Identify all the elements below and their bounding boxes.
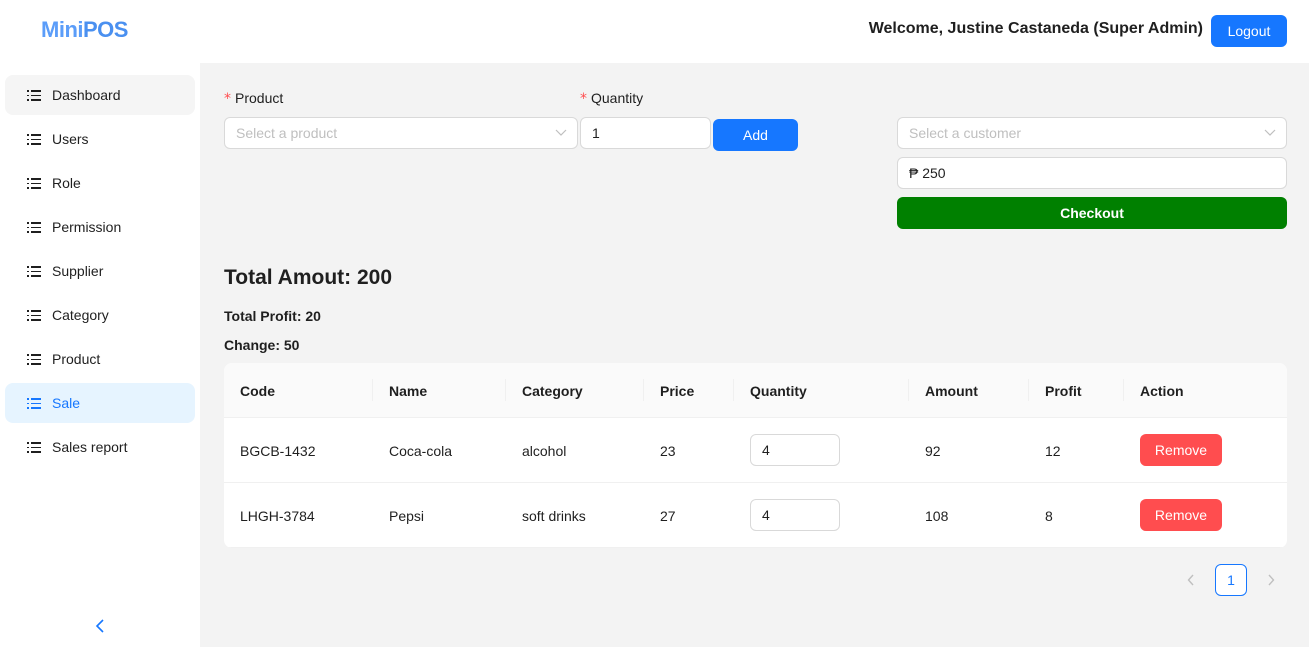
quantity-label: * Quantity [580,90,644,107]
sidebar-item-label: Supplier [52,263,104,279]
sidebar-item-label: Users [52,131,89,147]
cell-category: soft drinks [522,507,586,524]
column-header-price: Price [660,382,695,399]
list-icon [27,177,41,189]
list-icon [27,353,41,365]
list-icon [27,309,41,321]
total-profit: Total Profit: 20 [224,308,321,324]
row-quantity-input[interactable]: 4 [750,434,840,466]
change-amount: Change: 50 [224,337,300,353]
chevron-right-icon [1268,574,1275,586]
pagination-page-1[interactable]: 1 [1215,564,1247,596]
app-logo[interactable]: MiniPOS [41,17,128,43]
logo-pos-text: POS [83,17,128,42]
sidebar-item-label: Role [52,175,81,191]
sidebar-item-sales-report[interactable]: Sales report [5,427,195,467]
add-button[interactable]: Add [713,119,798,151]
sidebar-item-category[interactable]: Category [5,295,195,335]
sale-items-table: Code Name Category Price Quantity Amount… [224,363,1287,548]
cell-name: Pepsi [389,507,425,524]
sidebar-item-label: Permission [52,219,122,235]
required-marker: * [580,91,587,107]
list-icon [27,397,41,409]
sidebar-item-label: Sale [52,395,81,411]
cell-profit: 12 [1045,442,1061,459]
logout-button[interactable]: Logout [1211,15,1287,47]
pagination-next-button[interactable] [1261,570,1281,590]
total-amount: Total Amout: 200 [224,266,393,289]
cell-profit: 8 [1045,507,1053,524]
sidebar-item-supplier[interactable]: Supplier [5,251,195,291]
quantity-input[interactable]: 1 [580,117,711,149]
table-header: Code Name Category Price Quantity Amount… [224,363,1287,418]
row-quantity-input[interactable]: 4 [750,499,840,531]
column-divider [1123,379,1124,401]
welcome-message: Welcome, Justine Castaneda (Super Admin) [868,20,1203,37]
cell-code: BGCB-1432 [240,442,316,459]
column-divider [1028,379,1029,401]
column-divider [733,379,734,401]
list-icon [27,265,41,277]
list-icon [27,441,41,453]
remove-button[interactable]: Remove [1140,434,1222,466]
table-row: BGCB-1432 Coca-cola alcohol 23 4 92 12 R… [224,418,1287,483]
column-divider [908,379,909,401]
chevron-down-icon [555,129,567,136]
column-header-profit: Profit [1045,382,1082,399]
chevron-down-icon [1264,129,1276,136]
product-select-placeholder: Select a product [236,125,338,141]
sidebar-item-label: Category [52,307,109,323]
table-row: LHGH-3784 Pepsi soft drinks 27 4 108 8 R… [224,483,1287,548]
sidebar-item-label: Product [52,351,101,367]
cell-amount: 108 [925,507,949,524]
sidebar-item-sale[interactable]: Sale [5,383,195,423]
list-icon [27,89,41,101]
sidebar-item-product[interactable]: Product [5,339,195,379]
list-icon [27,133,41,145]
column-header-category: Category [522,382,583,399]
column-header-quantity: Quantity [750,382,807,399]
column-divider [505,379,506,401]
cell-name: Coca-cola [389,442,453,459]
customer-select-placeholder: Select a customer [909,125,1022,141]
cell-code: LHGH-3784 [240,507,315,524]
column-header-code: Code [240,382,275,399]
column-divider [372,379,373,401]
app-header: MiniPOS Welcome, Justine Castaneda (Supe… [0,0,1309,63]
chevron-left-icon [95,619,104,633]
cell-amount: 92 [925,442,941,459]
column-header-action: Action [1140,382,1184,399]
column-header-amount: Amount [925,382,978,399]
remove-button[interactable]: Remove [1140,499,1222,531]
cell-price: 23 [660,442,676,459]
sidebar-item-role[interactable]: Role [5,163,195,203]
list-icon [27,221,41,233]
sidebar-item-label: Sales report [52,439,128,455]
required-marker: * [224,91,231,107]
sidebar-item-permission[interactable]: Permission [5,207,195,247]
sidebar-item-dashboard[interactable]: Dashboard [5,75,195,115]
column-divider [643,379,644,401]
checkout-button[interactable]: Checkout [897,197,1287,229]
logo-mini-text: Mini [41,17,84,42]
chevron-left-icon [1187,574,1194,586]
collapse-sidebar-button[interactable] [90,616,110,636]
column-header-name: Name [389,382,428,399]
sidebar-item-users[interactable]: Users [5,119,195,159]
sidebar-item-label: Dashboard [52,87,121,103]
payment-input[interactable]: ₱ 250 [897,157,1287,189]
cell-category: alcohol [522,442,567,459]
product-label: * Product [224,90,284,107]
customer-select[interactable]: Select a customer [897,117,1287,149]
product-select[interactable]: Select a product [224,117,578,149]
cell-price: 27 [660,507,676,524]
pagination-prev-button[interactable] [1181,570,1201,590]
sidebar: Dashboard Users Role Permission Supplier… [0,63,200,647]
